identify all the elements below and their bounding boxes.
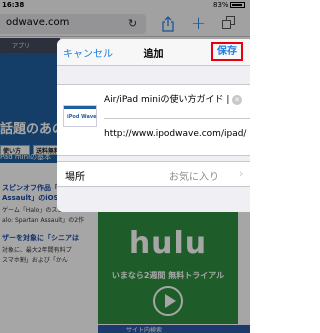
save-button[interactable]: 保存 [211,42,243,61]
location-label: 場所 [65,172,85,183]
bookmark-url: http://www.ipodwave.com/ipad/ [104,129,247,139]
chevron-right-icon: › [239,167,244,180]
dialog-header: キャンセル 追加 保存 [57,39,250,66]
divider [104,118,250,119]
location-value: お気に入り [169,172,219,183]
bookmark-details: iPod Wave Air/iPad miniの使い方ガイド | ✕ http:… [57,84,250,156]
thumbnail-brand: iPod Wave [67,114,97,120]
location-row[interactable]: 場所 お気に入り › [57,161,250,187]
bookmark-title-field[interactable]: Air/iPad miniの使い方ガイド | [104,90,242,110]
add-bookmark-dialog: キャンセル 追加 保存 iPod Wave Air/iPad miniの使い方ガ… [57,39,250,212]
cancel-button[interactable]: キャンセル [63,45,113,60]
clear-text-icon[interactable]: ✕ [232,95,242,105]
page-thumbnail: iPod Wave [63,105,97,127]
